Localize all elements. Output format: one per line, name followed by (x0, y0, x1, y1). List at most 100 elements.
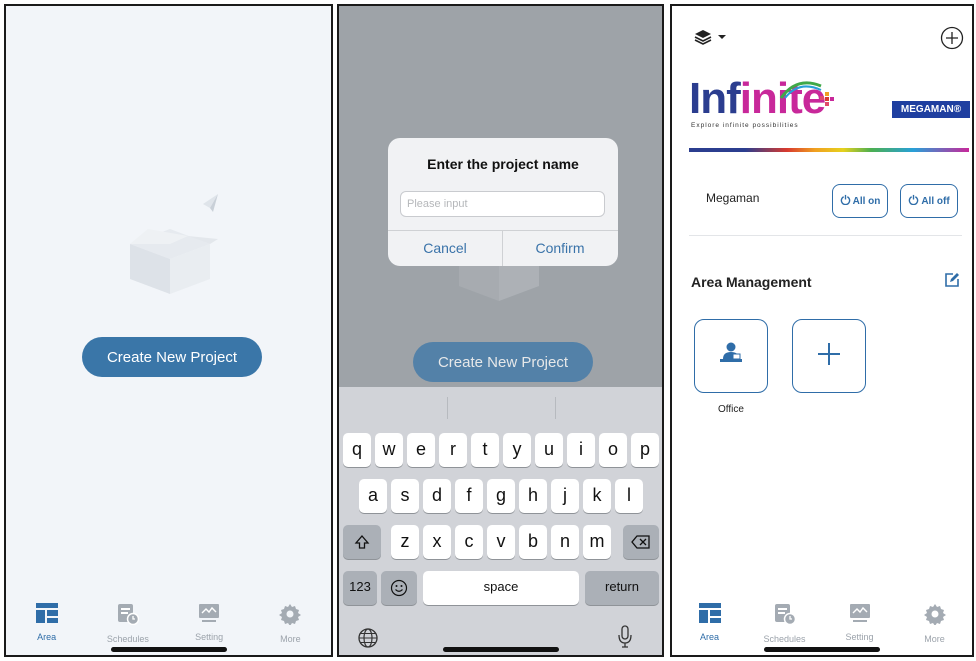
key-p[interactable]: p (631, 433, 659, 467)
nav-tab-area[interactable]: Area (675, 603, 745, 642)
key-r[interactable]: r (439, 433, 467, 467)
key-j[interactable]: j (551, 479, 579, 513)
suggestion-divider (555, 397, 556, 419)
nav-label-more: More (280, 634, 301, 644)
rainbow-divider (689, 148, 969, 152)
key-v[interactable]: v (487, 525, 515, 559)
add-circle-icon[interactable] (940, 26, 964, 55)
key-y[interactable]: y (503, 433, 531, 467)
key-q[interactable]: q (343, 433, 371, 467)
gear-icon (279, 603, 302, 630)
nav-tab-more[interactable]: More (255, 603, 325, 644)
phone-screen-area-management: Infinite Explore infinite possibilities … (670, 4, 974, 657)
monitor-wave-icon (849, 603, 871, 628)
area-tile-office[interactable] (694, 319, 768, 393)
home-indicator (442, 647, 559, 652)
screenshot-collage: Create New Project Area Schedules Settin… (0, 0, 976, 661)
key-l[interactable]: l (615, 479, 643, 513)
key-w[interactable]: w (375, 433, 403, 467)
office-desk-icon (718, 341, 744, 372)
logo-text-part1: Inf (689, 74, 741, 123)
plus-icon (816, 341, 842, 372)
group-name-label: Megaman (706, 191, 760, 205)
all-off-button[interactable]: All off (900, 184, 958, 218)
nav-tab-area[interactable]: Area (12, 603, 82, 642)
area-tile-office-label: Office (718, 404, 744, 415)
return-key[interactable]: return (585, 571, 659, 605)
key-f[interactable]: f (455, 479, 483, 513)
key-x[interactable]: x (423, 525, 451, 559)
nav-label-area: Area (699, 632, 719, 642)
area-grid-icon (698, 603, 721, 628)
phone-screen-project-name-dialog: Create New Project Enter the project nam… (337, 4, 664, 657)
area-management-title: Area Management (691, 274, 812, 290)
nav-label-setting: Setting (845, 632, 874, 642)
all-on-button[interactable]: All on (832, 184, 888, 218)
key-m[interactable]: m (583, 525, 611, 559)
key-a[interactable]: a (359, 479, 387, 513)
key-o[interactable]: o (599, 433, 627, 467)
key-z[interactable]: z (391, 525, 419, 559)
key-e[interactable]: e (407, 433, 435, 467)
nav-tab-setting[interactable]: Setting (174, 603, 244, 642)
key-h[interactable]: h (519, 479, 547, 513)
key-k[interactable]: k (583, 479, 611, 513)
nav-label-setting: Setting (195, 632, 224, 642)
nav-label-area: Area (37, 632, 57, 642)
key-n[interactable]: n (551, 525, 579, 559)
all-off-label: All off (921, 195, 950, 207)
megaman-brand-badge: MEGAMAN® (892, 101, 970, 118)
add-area-tile[interactable] (792, 319, 866, 393)
microphone-icon[interactable] (617, 625, 633, 654)
shift-arrow-icon (354, 533, 370, 549)
nav-tab-more[interactable]: More (900, 603, 970, 644)
key-c[interactable]: c (455, 525, 483, 559)
monitor-wave-icon (198, 603, 220, 628)
backspace-icon (631, 533, 651, 549)
numbers-key[interactable]: 123 (343, 571, 377, 605)
dialog-title: Enter the project name (427, 156, 579, 172)
key-d[interactable]: d (423, 479, 451, 513)
cancel-button[interactable]: Cancel (388, 230, 502, 266)
nav-tab-schedules[interactable]: Schedules (750, 603, 820, 644)
home-indicator (764, 647, 880, 652)
project-name-dialog: Enter the project name Cancel Confirm (388, 138, 618, 266)
confirm-button[interactable]: Confirm (503, 230, 617, 266)
space-key[interactable]: space (423, 571, 579, 605)
nav-label-schedules: Schedules (106, 634, 149, 644)
bottom-navigation: Area Schedules Setting More (6, 597, 331, 644)
create-new-project-button[interactable]: Create New Project (82, 337, 262, 377)
key-i[interactable]: i (567, 433, 595, 467)
globe-icon[interactable] (357, 627, 379, 654)
nav-tab-schedules[interactable]: Schedules (93, 603, 163, 644)
key-s[interactable]: s (391, 479, 419, 513)
area-grid-icon (35, 603, 58, 628)
shift-key[interactable] (343, 525, 381, 559)
layers-dropdown-icon[interactable] (694, 28, 734, 51)
key-g[interactable]: g (487, 479, 515, 513)
key-t[interactable]: t (471, 433, 499, 467)
home-indicator (110, 647, 227, 652)
backspace-key[interactable] (623, 525, 659, 559)
suggestion-divider (447, 397, 448, 419)
emoji-smiley-icon (390, 579, 408, 596)
all-on-label: All on (852, 195, 881, 207)
nav-label-schedules: Schedules (763, 634, 806, 644)
schedule-clock-icon (774, 603, 796, 630)
phone-screen-empty-project: Create New Project Area Schedules Settin… (4, 4, 333, 657)
schedule-clock-icon (117, 603, 140, 630)
gear-icon (923, 603, 946, 630)
key-u[interactable]: u (535, 433, 563, 467)
create-new-project-button[interactable]: Create New Project (413, 342, 593, 382)
edit-icon[interactable] (944, 272, 960, 293)
emoji-key[interactable] (381, 571, 417, 605)
onscreen-keyboard: q w e r t y u i o p a s d f g h j k l z … (339, 387, 662, 655)
power-icon (840, 194, 851, 208)
empty-box-illustration (118, 184, 233, 299)
project-name-input[interactable] (400, 191, 605, 217)
key-b[interactable]: b (519, 525, 547, 559)
nav-label-more: More (924, 634, 945, 644)
logo-tagline: Explore infinite possibilities (691, 122, 799, 129)
nav-tab-setting[interactable]: Setting (825, 603, 895, 642)
bottom-navigation: Area Schedules Setting More (672, 597, 972, 644)
